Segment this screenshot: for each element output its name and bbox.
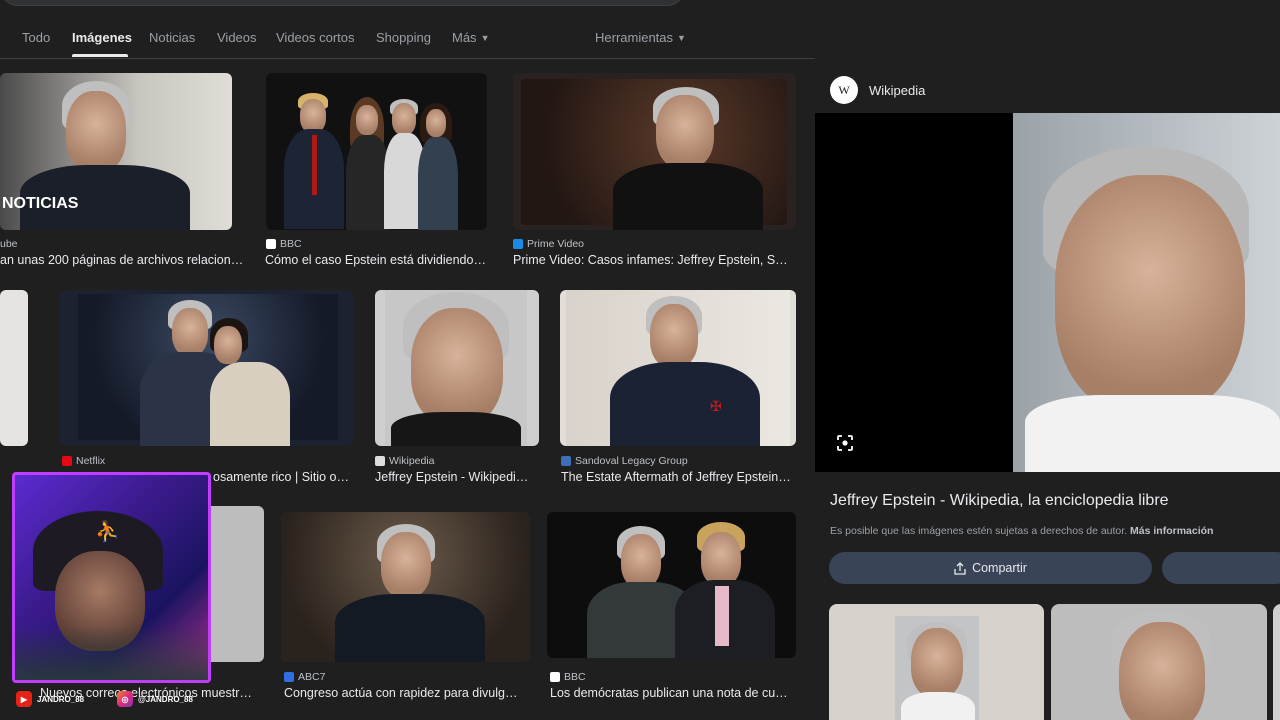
source-name: ube: [0, 238, 18, 250]
result-title[interactable]: Jeffrey Epstein - Wikipedi…: [375, 470, 539, 484]
tools-button[interactable]: Herramientas ▼: [595, 30, 686, 45]
source-name: Wikipedia: [389, 455, 435, 467]
result-title[interactable]: Cómo el caso Epstein está dividiendo…: [265, 253, 495, 267]
youtube-icon: ▶: [16, 691, 32, 707]
result-thumbnail[interactable]: [266, 73, 487, 230]
youtube-handle: ▶ JANDRO_88: [16, 690, 84, 708]
active-tab-indicator: [72, 54, 128, 57]
related-image[interactable]: [1051, 604, 1267, 720]
result-source: Wikipedia: [375, 455, 435, 467]
tab-mas[interactable]: Más ▼: [452, 30, 489, 45]
result-source: Prime Video: [513, 238, 584, 250]
bbc-icon: [266, 239, 276, 249]
copyright-text: Es posible que las imágenes estén sujeta…: [830, 525, 1128, 537]
netflix-icon: [62, 456, 72, 466]
chevron-down-icon: ▼: [480, 33, 490, 43]
result-source: BBC: [550, 671, 586, 683]
source-name: Netflix: [76, 455, 106, 467]
tab-imagenes[interactable]: Imágenes: [72, 30, 132, 45]
tab-noticias[interactable]: Noticias: [149, 30, 195, 45]
source-name: Sandoval Legacy Group: [575, 455, 688, 467]
tab-videos-cortos[interactable]: Videos cortos: [276, 30, 355, 45]
instagram-handle: ◎ @JANDRO_88: [117, 690, 193, 708]
webcam-overlay: ⛹: [12, 472, 211, 683]
result-thumbnail[interactable]: [547, 512, 796, 658]
result-title[interactable]: osamente rico | Sitio o…: [213, 470, 353, 484]
source-name: BBC: [280, 238, 302, 250]
panel-source-name[interactable]: Wikipedia: [869, 83, 925, 98]
tab-mas-label: Más: [452, 30, 477, 45]
news-overlay-label: NOTICIAS: [2, 195, 79, 212]
share-label: Compartir: [972, 561, 1027, 575]
wikipedia-icon: [375, 456, 385, 466]
result-title[interactable]: The Estate Aftermath of Jeffrey Epstein…: [561, 470, 796, 484]
sandoval-icon: [561, 456, 571, 466]
source-name: ABC7: [298, 671, 326, 683]
youtube-handle-text: JANDRO_88: [37, 694, 85, 704]
result-thumbnail[interactable]: [513, 73, 796, 230]
tab-shopping[interactable]: Shopping: [376, 30, 431, 45]
result-title[interactable]: an unas 200 páginas de archivos relacion…: [0, 253, 244, 267]
result-thumbnail[interactable]: [375, 290, 539, 446]
search-box[interactable]: [0, 0, 685, 6]
result-thumbnail[interactable]: [281, 512, 530, 662]
preview-image[interactable]: [815, 113, 1280, 472]
abc7-icon: [284, 672, 294, 682]
copyright-note: Es posible que las imágenes estén sujeta…: [830, 525, 1213, 537]
result-source: Sandoval Legacy Group: [561, 455, 688, 467]
instagram-icon: ◎: [117, 691, 133, 707]
share-icon: [954, 561, 966, 575]
result-title[interactable]: Prime Video: Casos infames: Jeffrey Epst…: [513, 253, 796, 267]
secondary-button[interactable]: [1162, 552, 1280, 584]
result-thumbnail[interactable]: NOTICIAS: [0, 73, 232, 230]
wikipedia-logo: W: [830, 76, 858, 104]
bbc-icon: [550, 672, 560, 682]
tab-videos[interactable]: Videos: [217, 30, 257, 45]
share-button[interactable]: Compartir: [829, 552, 1152, 584]
prime-video-icon: [513, 239, 523, 249]
search-tabs: Todo Imágenes Noticias Videos Videos cor…: [0, 22, 1280, 58]
related-image[interactable]: [1273, 604, 1280, 720]
result-thumbnail[interactable]: [0, 290, 28, 446]
lens-icon[interactable]: [836, 434, 854, 452]
result-source: ube: [0, 238, 18, 250]
result-thumbnail[interactable]: [60, 290, 353, 446]
result-source: BBC: [266, 238, 302, 250]
result-source: ABC7: [284, 671, 325, 683]
chevron-down-icon: ▼: [677, 33, 686, 43]
panel-title[interactable]: Jeffrey Epstein - Wikipedia, la enciclop…: [830, 492, 1169, 510]
more-info-link[interactable]: Más información: [1130, 525, 1213, 537]
tab-todo[interactable]: Todo: [22, 30, 50, 45]
source-name: Prime Video: [527, 238, 585, 250]
result-title[interactable]: Los demócratas publican una nota de cu…: [550, 686, 796, 700]
result-thumbnail[interactable]: ✠: [560, 290, 796, 446]
result-title[interactable]: Congreso actúa con rapidez para divulg…: [284, 686, 530, 700]
result-source: Netflix: [62, 455, 105, 467]
source-name: BBC: [564, 671, 586, 683]
instagram-handle-text: @JANDRO_88: [138, 694, 193, 704]
tools-label: Herramientas: [595, 30, 674, 45]
related-image[interactable]: [829, 604, 1044, 720]
